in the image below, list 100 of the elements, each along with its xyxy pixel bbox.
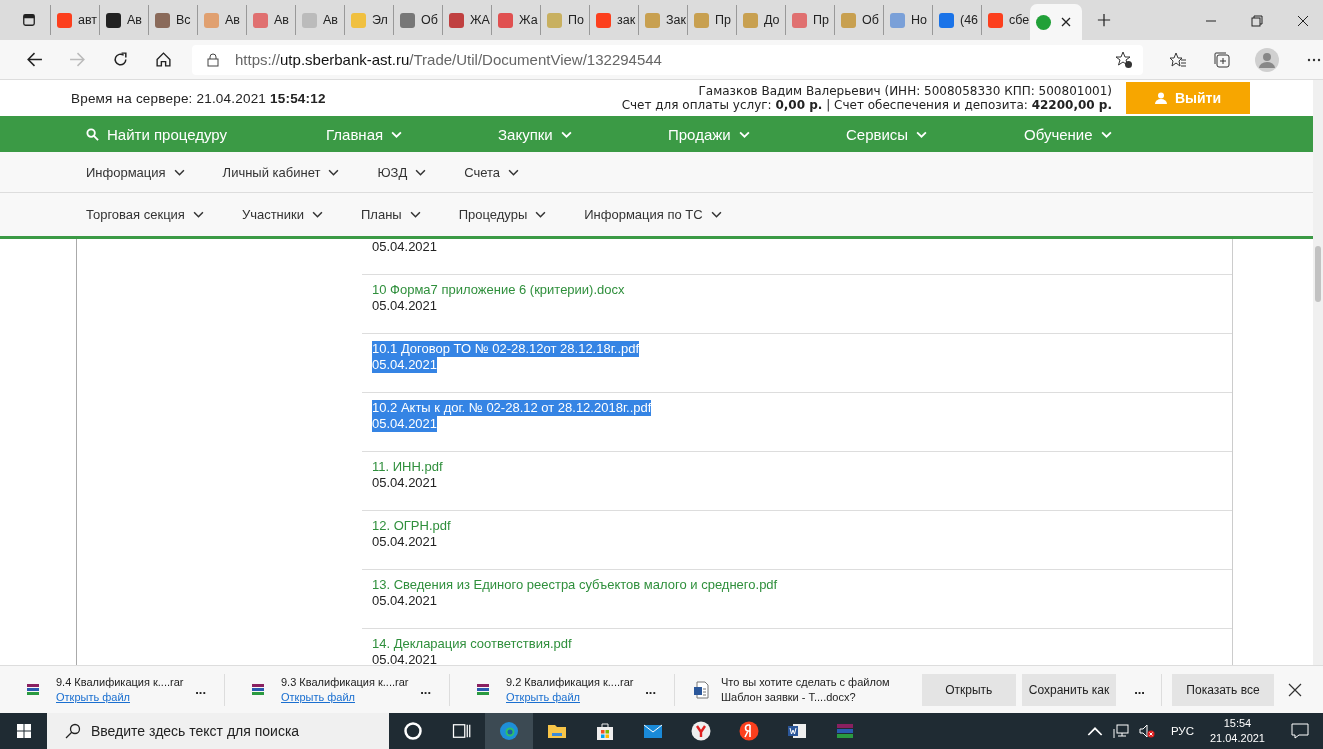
main-menu-item[interactable]: Главная xyxy=(326,125,498,143)
chevron-down-icon xyxy=(560,130,572,138)
archive-file-icon xyxy=(475,681,491,698)
edge-browser-icon[interactable] xyxy=(499,721,519,741)
document-date: 05.04.2021 xyxy=(372,475,438,491)
search-icon xyxy=(65,723,81,739)
find-procedure-link[interactable]: Найти процедуру xyxy=(86,125,326,143)
taskbar-search-field[interactable]: Введите здесь текст для поиска xyxy=(47,713,389,749)
browser-tab[interactable]: Жа xyxy=(491,5,540,35)
document-link[interactable]: 11. ИНН.pdf xyxy=(372,459,443,475)
search-icon xyxy=(86,127,99,141)
document-date: 05.04.2021 xyxy=(372,239,438,255)
document-link[interactable]: 10.2 Акты к дог. № 02-28.12 от 28.12.2018г..pdf xyxy=(372,400,652,416)
submenu-item[interactable]: Личный кабинет xyxy=(222,164,340,180)
browser-tab[interactable]: Пр xyxy=(687,5,736,35)
submenu-item[interactable]: Счета xyxy=(464,164,520,180)
back-icon[interactable] xyxy=(26,51,43,68)
network-icon[interactable] xyxy=(1112,723,1129,739)
browser-tab[interactable]: Ав xyxy=(246,5,295,35)
browser-tab[interactable]: До xyxy=(736,5,785,35)
archive-app-icon[interactable] xyxy=(835,721,855,741)
open-button[interactable]: Открыть xyxy=(921,673,1016,706)
document-link[interactable]: 13. Сведения из Единого реестра субъектов малого и среднего.pdf xyxy=(372,577,778,593)
browser-tab[interactable]: Эл xyxy=(344,5,393,35)
chevron-down-icon xyxy=(710,211,722,218)
submenu-item[interactable]: Торговая секция xyxy=(86,207,204,222)
browser-tab[interactable]: авт xyxy=(50,5,99,35)
browser-tab[interactable]: Вс xyxy=(148,5,197,35)
browser-tab[interactable]: Ав xyxy=(99,5,148,35)
open-file-link[interactable]: Открыть файл xyxy=(281,691,409,703)
restore-icon[interactable] xyxy=(1251,15,1263,27)
new-tab-icon[interactable] xyxy=(1097,13,1111,27)
show-all-button[interactable]: Показать все xyxy=(1172,673,1274,706)
browser-tab[interactable]: Ав xyxy=(295,5,344,35)
browser-tab[interactable]: Об xyxy=(393,5,442,35)
chevron-down-icon xyxy=(535,211,547,218)
browser-tab[interactable]: Об xyxy=(834,5,883,35)
download-file-name: 9.4 Квалификация к....rar xyxy=(56,676,184,688)
browser-tab[interactable]: Ав xyxy=(197,5,246,35)
home-icon[interactable] xyxy=(155,51,172,68)
main-menu-item[interactable]: Закупки xyxy=(498,125,668,143)
document-date: 05.04.2021 xyxy=(372,298,438,314)
close-tab-icon[interactable] xyxy=(1061,17,1071,27)
collections-icon[interactable] xyxy=(1213,50,1231,69)
cortana-icon[interactable] xyxy=(403,721,423,741)
browser-tab[interactable]: Но xyxy=(883,5,932,35)
browser-tab[interactable]: (46 xyxy=(932,5,981,35)
store-bag-icon[interactable] xyxy=(595,721,615,741)
submenu-item[interactable]: Планы xyxy=(361,207,421,222)
close-icon[interactable] xyxy=(1288,682,1302,697)
clock-time[interactable]: 15:54 xyxy=(1223,716,1252,731)
document-date: 05.04.2021 xyxy=(372,593,438,609)
clock-date[interactable]: 21.04.2021 xyxy=(1209,731,1265,746)
more-button[interactable]: ... xyxy=(189,682,212,697)
more-button[interactable]: ... xyxy=(414,682,437,697)
person-icon xyxy=(1154,92,1167,104)
browser-tab[interactable]: зак xyxy=(589,5,638,35)
document-link[interactable]: 12. ОГРН.pdf xyxy=(372,518,451,534)
browser-tab[interactable]: сбе xyxy=(981,5,1030,35)
y-browser-icon[interactable] xyxy=(691,721,711,741)
windows-start-icon[interactable] xyxy=(16,723,32,739)
submenu-item[interactable]: Информация по ТС xyxy=(584,207,722,222)
document-date: 05.04.2021 xyxy=(372,357,438,373)
download-question: Что вы хотите сделать с файлом xyxy=(721,676,890,688)
browser-tab[interactable]: ЖА xyxy=(442,5,491,35)
add-favorite-icon[interactable] xyxy=(1115,50,1133,69)
browser-tab[interactable]: Пр xyxy=(785,5,834,35)
more-button[interactable]: ... xyxy=(1128,682,1151,697)
chevron-down-icon xyxy=(391,130,403,138)
input-language[interactable]: РУС xyxy=(1170,725,1194,737)
y-circle-icon[interactable] xyxy=(739,721,759,741)
submenu-item[interactable]: Участники xyxy=(241,207,323,222)
word-app-icon[interactable] xyxy=(787,721,807,741)
download-file-name: 9.2 Квалификация к....rar xyxy=(506,676,634,688)
tab-actions-icon[interactable] xyxy=(22,13,36,27)
close-icon[interactable] xyxy=(1297,15,1309,27)
scrollbar-drawing[interactable] xyxy=(1313,80,1323,665)
open-file-link[interactable]: Открыть файл xyxy=(506,691,634,703)
submenu-item[interactable]: Информация xyxy=(86,164,185,180)
task-view-icon[interactable] xyxy=(451,721,471,741)
address-field[interactable]: https://utp.sberbank-ast.ru/Trade/Util/DocumentView/132294544 xyxy=(192,44,1143,75)
document-link[interactable]: 14. Декларация соответствия.pdf xyxy=(372,636,572,652)
browser-tab[interactable]: Зак xyxy=(638,5,687,35)
muted-speaker-icon[interactable] xyxy=(1138,723,1155,739)
submenu-item[interactable]: Процедуры xyxy=(458,207,547,222)
main-menu-item[interactable]: Обучение xyxy=(1024,125,1112,143)
notifications-icon[interactable] xyxy=(1291,723,1309,739)
refresh-icon[interactable] xyxy=(112,51,129,68)
document-link[interactable]: 10 Форма7 приложение 6 (критерии).docx xyxy=(372,282,625,298)
main-menu-item[interactable]: Сервисы xyxy=(846,125,1024,143)
profile-avatar-icon[interactable] xyxy=(1255,47,1279,72)
more-button[interactable]: ... xyxy=(639,682,662,697)
main-menu-item[interactable]: Продажи xyxy=(668,125,846,143)
open-file-link[interactable]: Открыть файл xyxy=(56,691,184,703)
save-as-button[interactable]: Сохранить как xyxy=(1021,673,1117,706)
browser-tab[interactable]: По xyxy=(540,5,589,35)
favorites-icon[interactable] xyxy=(1169,50,1187,69)
document-link[interactable]: 10.1 Договор ТО № 02-28.12от 28.12.18г..pdf xyxy=(372,341,640,357)
submenu-item[interactable]: ЮЗД xyxy=(377,164,427,180)
chevron-down-icon xyxy=(409,211,421,218)
